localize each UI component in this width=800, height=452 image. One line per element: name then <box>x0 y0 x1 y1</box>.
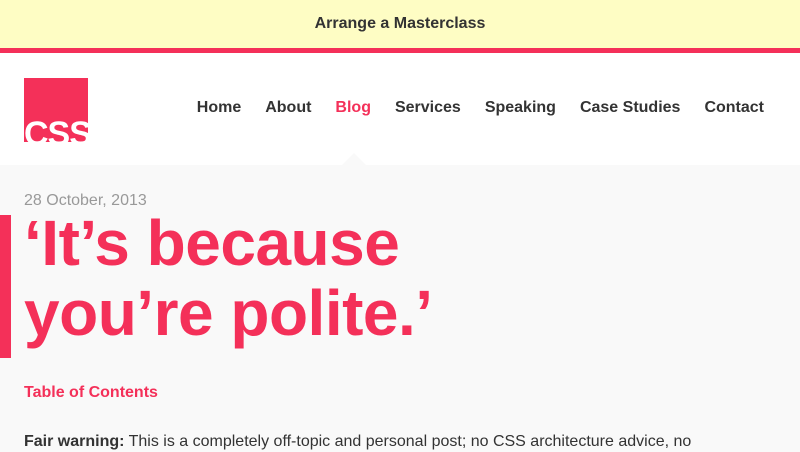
post-title-line-2: you’re polite.’ <box>24 277 433 349</box>
nav-item-about[interactable]: About <box>265 98 311 118</box>
post-title: ‘It’s because you’re polite.’ <box>24 208 644 348</box>
site-logo[interactable]: CSS <box>24 78 88 142</box>
intro-paragraph: Fair warning: This is a completely off-t… <box>24 432 784 452</box>
fair-warning-label: Fair warning: <box>24 433 125 450</box>
nav-item-case-studies[interactable]: Case Studies <box>580 98 680 118</box>
active-nav-caret <box>342 153 366 165</box>
logo-text: CSS <box>24 115 88 142</box>
site-header: CSS Home About Blog Services Speaking Ca… <box>0 53 800 165</box>
title-accent-bar <box>0 215 11 358</box>
nav-item-speaking[interactable]: Speaking <box>485 98 556 118</box>
main-nav: Home About Blog Services Speaking Case S… <box>173 98 764 118</box>
table-of-contents-link[interactable]: Table of Contents <box>24 384 158 402</box>
nav-item-blog[interactable]: Blog <box>335 98 371 118</box>
fair-warning-text: This is a completely off-topic and perso… <box>124 433 692 450</box>
nav-item-contact[interactable]: Contact <box>704 98 764 118</box>
nav-item-services[interactable]: Services <box>395 98 461 118</box>
masterclass-banner-link[interactable]: Arrange a Masterclass <box>0 0 800 48</box>
post-title-line-1: ‘It’s because <box>24 207 400 279</box>
nav-item-home[interactable]: Home <box>197 98 241 118</box>
